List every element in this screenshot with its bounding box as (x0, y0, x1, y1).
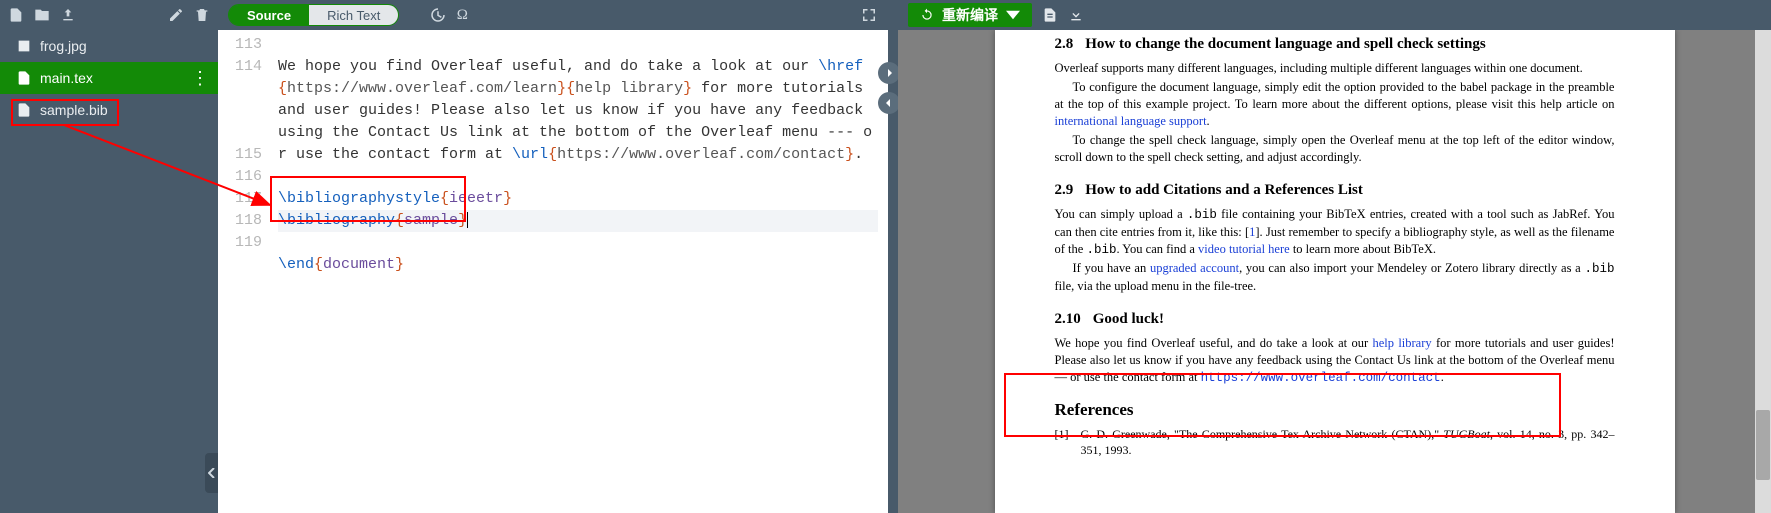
code-line-117[interactable]: \bibliography{sample} (278, 210, 878, 232)
code-line-119[interactable]: \end{document} (278, 254, 878, 276)
link-help-library[interactable]: help library (1372, 336, 1431, 350)
paragraph: If you have an upgraded account, you can… (1055, 260, 1615, 295)
file-item-main-tex[interactable]: main.tex⋮ (0, 62, 218, 94)
editor-mode-segment: Source Rich Text (228, 4, 399, 26)
file-name: frog.jpg (40, 38, 87, 54)
rename-icon[interactable] (168, 7, 184, 23)
paragraph: To change the spell check language, simp… (1055, 132, 1615, 166)
section-number: 2.10 (1055, 311, 1081, 327)
upload-icon[interactable] (60, 7, 76, 23)
references-heading: References (1055, 399, 1615, 422)
sync-pdf-to-code-button[interactable] (878, 92, 900, 114)
link-contact[interactable]: https://www.overleaf.com/contact (1201, 371, 1441, 385)
file-name: sample.bib (40, 102, 108, 118)
omega-icon[interactable]: Ω (453, 6, 471, 24)
link-video-tutorial[interactable]: video tutorial here (1198, 242, 1290, 256)
code-line-114[interactable]: We hope you find Overleaf useful, and do… (278, 56, 878, 166)
pdf-page: 2.8 How to change the document language a… (995, 30, 1675, 513)
delete-icon[interactable] (194, 7, 210, 23)
file-list: frog.jpg main.tex⋮ sample.bib (0, 30, 218, 126)
file-tree-toolbar (0, 0, 218, 30)
collapse-file-panel-button[interactable] (205, 453, 219, 493)
file-item-frog-jpg[interactable]: frog.jpg (0, 30, 218, 62)
pdf-scrollbar-thumb[interactable] (1756, 410, 1770, 480)
section-number: 2.8 (1055, 36, 1074, 52)
history-icon[interactable] (429, 6, 447, 24)
file-icon (16, 70, 32, 86)
code-editor[interactable]: 113114 115116117118119 We hope you find … (218, 30, 888, 513)
code-content[interactable]: We hope you find Overleaf useful, and do… (270, 30, 888, 513)
editor-panel: Source Rich Text Ω 113114 11511611711811… (218, 0, 888, 513)
section-number: 2.9 (1055, 182, 1074, 198)
file-icon (16, 102, 32, 118)
paragraph: To configure the document language, simp… (1055, 79, 1615, 130)
richtext-tab[interactable]: Rich Text (309, 5, 398, 25)
pdf-viewer[interactable]: 2.8 How to change the document language a… (898, 30, 1771, 513)
pdf-toolbar: 重新编译 (898, 0, 1771, 30)
image-icon (16, 38, 32, 54)
pdf-scrollbar[interactable] (1755, 30, 1771, 513)
code-line-118[interactable] (278, 232, 878, 254)
code-line-116[interactable]: \bibliographystyle{ieeetr} (278, 188, 878, 210)
link-intl-lang-support[interactable]: international language support (1055, 114, 1207, 128)
link-upgraded-account[interactable]: upgraded account (1150, 261, 1239, 275)
editor-pdf-splitter[interactable] (888, 0, 898, 513)
file-item-sample-bib[interactable]: sample.bib (0, 94, 218, 126)
logs-icon[interactable] (1042, 7, 1058, 23)
file-name: main.tex (40, 70, 93, 86)
code-line-115[interactable] (278, 166, 878, 188)
line-gutter: 113114 115116117118119 (218, 30, 270, 513)
source-tab[interactable]: Source (229, 5, 309, 25)
section-title: How to add Citations and a References Li… (1085, 182, 1363, 198)
chevron-down-icon (1006, 8, 1020, 22)
sync-code-to-pdf-button[interactable] (878, 62, 900, 84)
references-list: [1]G. D. Greenwade, "The Comprehensive T… (1055, 426, 1615, 458)
file-tree-panel: frog.jpg main.tex⋮ sample.bib (0, 0, 218, 513)
paragraph: We hope you find Overleaf useful, and do… (1055, 335, 1615, 387)
recompile-label: 重新编译 (942, 5, 998, 25)
recompile-button[interactable]: 重新编译 (908, 3, 1032, 27)
new-folder-icon[interactable] (34, 7, 50, 23)
paragraph: Overleaf supports many different languag… (1055, 60, 1615, 77)
code-line-113[interactable] (278, 34, 878, 56)
reference-item: [1]G. D. Greenwade, "The Comprehensive T… (1055, 426, 1615, 458)
section-title: Good luck! (1093, 311, 1164, 327)
download-icon[interactable] (1068, 7, 1084, 23)
editor-toolbar: Source Rich Text Ω (218, 0, 888, 30)
paragraph: You can simply upload a .bib file contai… (1055, 206, 1615, 259)
new-file-icon[interactable] (8, 7, 24, 23)
fullscreen-icon[interactable] (860, 6, 878, 24)
section-title: How to change the document language and … (1085, 36, 1485, 52)
pdf-panel: 重新编译 2.8 How to change the document langu… (898, 0, 1771, 513)
